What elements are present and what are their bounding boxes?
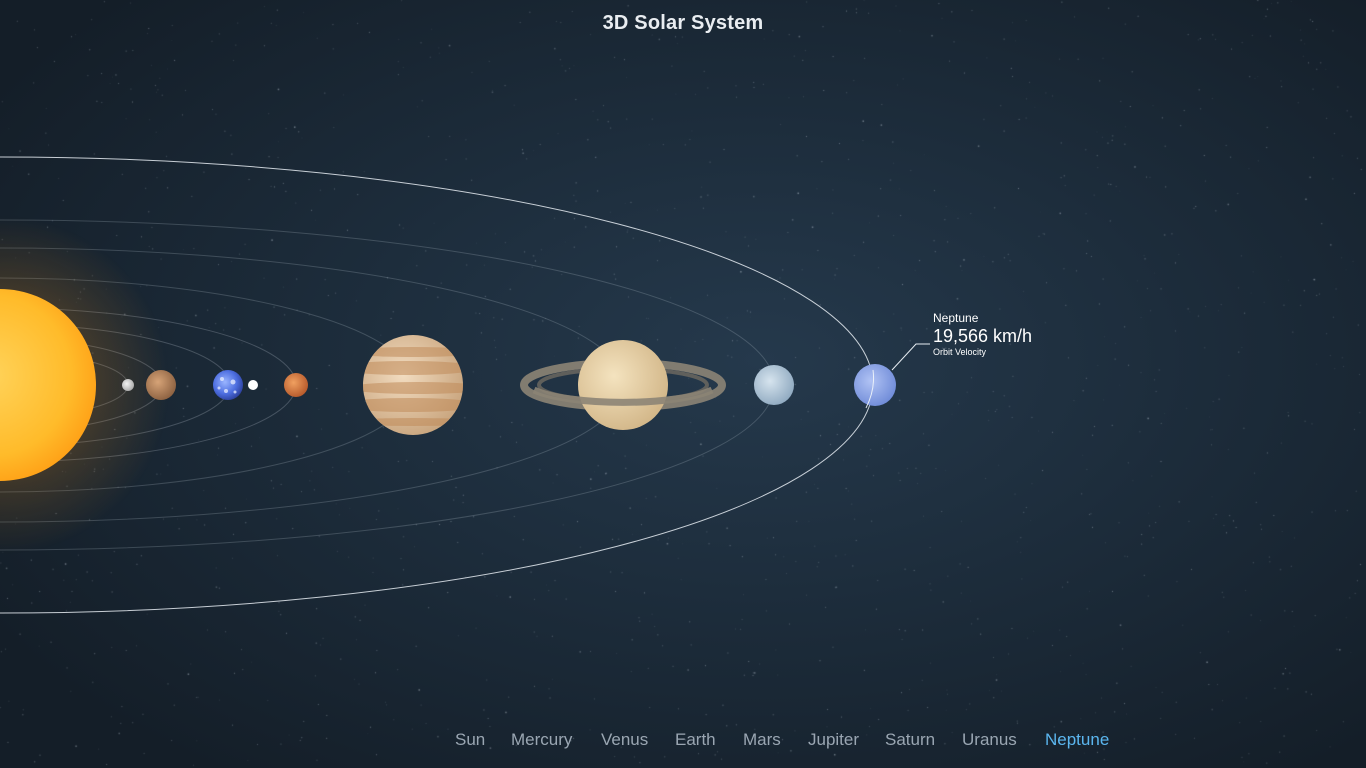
mercury-planet[interactable]	[122, 379, 134, 391]
earth-planet[interactable]	[213, 370, 243, 400]
orbit-velocity-value: 19,566 km/h	[933, 326, 1033, 346]
nav-item-mercury[interactable]: Mercury	[511, 729, 572, 751]
jupiter-planet[interactable]	[338, 335, 488, 435]
nav-item-earth[interactable]: Earth	[675, 729, 716, 751]
neptune-planet[interactable]	[854, 364, 896, 406]
sun[interactable]	[0, 215, 170, 555]
saturn-planet[interactable]	[520, 340, 726, 430]
nav-item-jupiter[interactable]: Jupiter	[808, 729, 859, 751]
callout-pointer-line	[891, 343, 930, 371]
solar-system-viewport[interactable]: 3D Solar System Neptune 19,566 km/h Orbi…	[0, 0, 1366, 768]
nav-item-uranus[interactable]: Uranus	[962, 729, 1017, 751]
page-title: 3D Solar System	[602, 12, 764, 34]
uranus-planet[interactable]	[754, 365, 794, 405]
nav-item-saturn[interactable]: Saturn	[885, 729, 935, 751]
callout-planet-name: Neptune	[933, 311, 979, 325]
planet-info-callout: Neptune 19,566 km/h Orbit Velocity	[933, 311, 1032, 358]
planet-nav: Sun Mercury Venus Earth Mars Jupiter Sat…	[0, 729, 1366, 753]
nav-item-venus[interactable]: Venus	[601, 729, 648, 751]
moon	[248, 380, 258, 390]
venus-planet[interactable]	[146, 370, 176, 400]
nav-item-mars[interactable]: Mars	[743, 729, 781, 751]
nav-item-sun[interactable]: Sun	[455, 729, 485, 751]
nav-item-neptune[interactable]: Neptune	[1045, 729, 1109, 751]
mars-planet[interactable]	[284, 373, 308, 397]
solar-system-scene[interactable]	[0, 0, 1366, 768]
orbit-velocity-label: Orbit Velocity	[933, 347, 987, 357]
